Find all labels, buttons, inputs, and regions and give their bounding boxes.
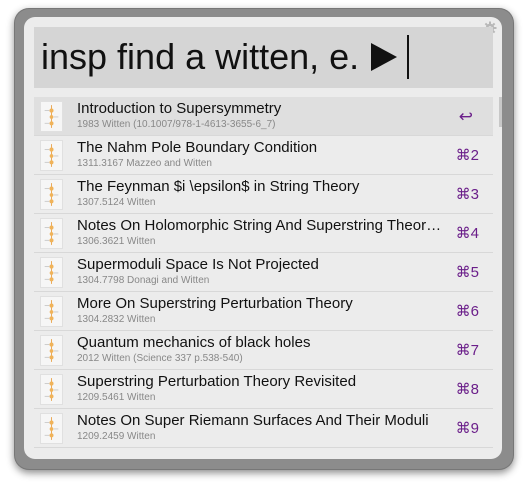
result-subtitle: 1209.5461 Witten [77, 392, 156, 403]
result-row[interactable]: Quantum mechanics of black holes 2012 Wi… [34, 331, 493, 370]
result-subtitle: 2012 Witten (Science 337 p.538-540) [77, 353, 243, 364]
result-title: The Feynman $i \epsilon$ in String Theor… [77, 178, 360, 195]
result-subtitle: 1311.3167 Mazzeo and Witten [77, 158, 212, 169]
result-subtitle: 1306.3621 Witten [77, 236, 156, 247]
results-scrollbar[interactable] [499, 97, 502, 127]
result-subtitle: 1983 Witten (10.1007/978-1-4613-3655-6_7… [77, 119, 276, 130]
result-row[interactable]: Notes On Holomorphic String And Superstr… [34, 214, 493, 253]
result-title: Notes On Super Riemann Surfaces And Thei… [77, 412, 429, 429]
result-title: More On Superstring Perturbation Theory [77, 295, 353, 312]
keyboard-shortcut: ⌘8 [455, 381, 479, 398]
result-title: Quantum mechanics of black holes [77, 334, 311, 351]
keyboard-shortcut: ⌘6 [455, 303, 479, 320]
document-thumbnail-icon [40, 179, 63, 210]
query-text: insp find a witten, e. [41, 36, 360, 77]
results-list: Introduction to Supersymmetry 1983 Witte… [34, 97, 493, 448]
result-subtitle: 1307.5124 Witten [77, 197, 156, 208]
query-input[interactable]: insp find a witten, e. [34, 27, 493, 88]
document-thumbnail-icon [40, 140, 63, 171]
result-row[interactable]: The Nahm Pole Boundary Condition 1311.31… [34, 136, 493, 175]
document-thumbnail-icon [40, 374, 63, 405]
result-row[interactable]: The Feynman $i \epsilon$ in String Theor… [34, 175, 493, 214]
result-row[interactable]: Introduction to Supersymmetry 1983 Witte… [34, 97, 493, 136]
keyboard-shortcut: ⌘5 [455, 264, 479, 281]
text-caret [407, 35, 410, 79]
result-row[interactable]: Notes On Super Riemann Surfaces And Thei… [34, 409, 493, 448]
return-shortcut: ↩ [458, 107, 473, 126]
result-row[interactable]: Supermoduli Space Is Not Projected 1304.… [34, 253, 493, 292]
keyboard-shortcut: ⌘4 [455, 225, 479, 242]
document-thumbnail-icon [40, 101, 63, 132]
document-thumbnail-icon [40, 413, 63, 444]
result-subtitle: 1304.7798 Donagi and Witten [77, 275, 210, 286]
result-title: Introduction to Supersymmetry [77, 100, 282, 117]
result-row[interactable]: Superstring Perturbation Theory Revisite… [34, 370, 493, 409]
keyboard-shortcut: ⌘7 [455, 342, 479, 359]
launcher-panel: insp find a witten, e. Introduction to S… [24, 17, 502, 459]
document-thumbnail-icon [40, 335, 63, 366]
result-title: Supermoduli Space Is Not Projected [77, 256, 319, 273]
result-title: Superstring Perturbation Theory Revisite… [77, 373, 357, 390]
result-title: The Nahm Pole Boundary Condition [77, 139, 318, 156]
document-thumbnail-icon [40, 257, 63, 288]
keyboard-shortcut: ⌘2 [455, 147, 479, 164]
play-icon [371, 43, 398, 71]
result-row[interactable]: More On Superstring Perturbation Theory … [34, 292, 493, 331]
result-subtitle: 1304.2832 Witten [77, 314, 156, 325]
keyboard-shortcut: ⌘9 [455, 420, 479, 437]
result-title: Notes On Holomorphic String And Superstr… [77, 217, 447, 234]
result-subtitle: 1209.2459 Witten [77, 431, 156, 442]
document-thumbnail-icon [40, 218, 63, 249]
keyboard-shortcut: ⌘3 [455, 186, 479, 203]
document-thumbnail-icon [40, 296, 63, 327]
